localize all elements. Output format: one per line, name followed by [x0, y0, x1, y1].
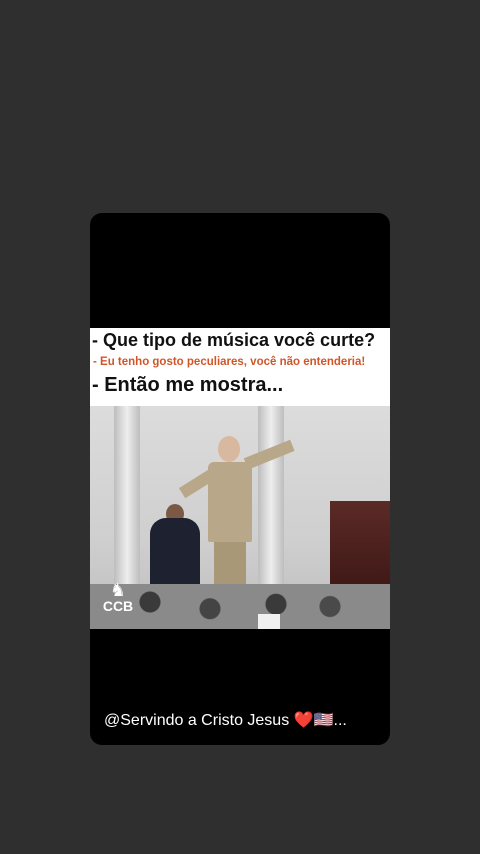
us-flag-icon: 🇺🇸	[313, 712, 334, 729]
account-handle[interactable]: @Servindo a Cristo Jesus ❤️🇺🇸...	[104, 710, 390, 730]
conductor-head	[218, 436, 240, 462]
caption-line-2: - Eu tenho gosto peculiares, você não en…	[93, 356, 366, 368]
music-stand	[258, 614, 280, 629]
caption-line-3: - Então me mostra...	[92, 374, 284, 396]
heart-icon: ❤️	[293, 712, 314, 729]
video-frame[interactable]: ♞ CCB	[90, 406, 390, 629]
horse-icon: ♞	[109, 580, 127, 600]
conductor-body	[208, 462, 252, 542]
ellipsis: ...	[333, 712, 347, 729]
logo-text: CCB	[102, 598, 134, 614]
organ	[330, 501, 390, 596]
ccb-logo: ♞ CCB	[100, 581, 136, 621]
caption-line-1: - Que tipo de música você curte?	[92, 330, 376, 350]
handle-text: @Servindo a Cristo Jesus	[104, 712, 290, 729]
story-card[interactable]: - Que tipo de música você curte? - Eu te…	[90, 213, 390, 745]
